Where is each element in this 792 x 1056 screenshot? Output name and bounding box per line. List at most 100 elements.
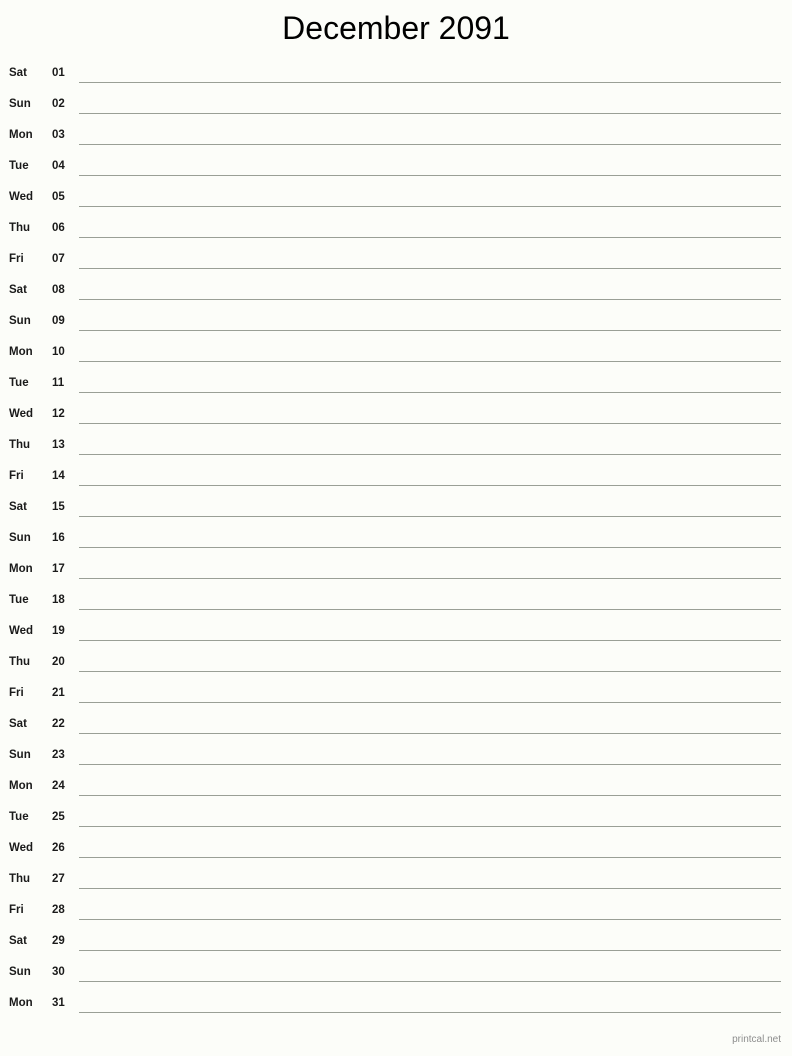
day-weekday-label: Mon (9, 997, 33, 1009)
day-row: Tue 25 (0, 804, 792, 835)
day-row: Tue 11 (0, 370, 792, 401)
day-writing-line[interactable] (79, 330, 781, 331)
day-number-label: 30 (52, 966, 65, 978)
day-number-label: 14 (52, 470, 65, 482)
day-row: Wed 26 (0, 835, 792, 866)
footer-credit: printcal.net (732, 1034, 781, 1045)
page-title: December 2091 (282, 10, 510, 46)
day-row: Sun 02 (0, 91, 792, 122)
day-row: Sun 23 (0, 742, 792, 773)
day-weekday-label: Sat (9, 935, 27, 947)
day-writing-line[interactable] (79, 919, 781, 920)
day-writing-line[interactable] (79, 609, 781, 610)
day-writing-line[interactable] (79, 113, 781, 114)
day-writing-line[interactable] (79, 361, 781, 362)
day-writing-line[interactable] (79, 981, 781, 982)
day-number-label: 19 (52, 625, 65, 637)
day-number-label: 23 (52, 749, 65, 761)
day-row: Fri 21 (0, 680, 792, 711)
day-weekday-label: Mon (9, 780, 33, 792)
day-writing-line[interactable] (79, 299, 781, 300)
day-weekday-label: Wed (9, 408, 34, 420)
day-weekday-label: Tue (9, 377, 29, 389)
day-weekday-label: Mon (9, 563, 33, 575)
day-row: Sat 15 (0, 494, 792, 525)
day-weekday-label: Wed (9, 191, 34, 203)
day-writing-line[interactable] (79, 1012, 781, 1013)
day-writing-line[interactable] (79, 950, 781, 951)
day-writing-line[interactable] (79, 857, 781, 858)
day-number-label: 04 (52, 160, 65, 172)
day-weekday-label: Sat (9, 67, 27, 79)
day-row: Tue 04 (0, 153, 792, 184)
day-writing-line[interactable] (79, 268, 781, 269)
day-writing-line[interactable] (79, 82, 781, 83)
day-number-label: 15 (52, 501, 65, 513)
day-writing-line[interactable] (79, 764, 781, 765)
day-weekday-label: Mon (9, 129, 33, 141)
day-writing-line[interactable] (79, 702, 781, 703)
day-row: Mon 17 (0, 556, 792, 587)
day-row: Sun 16 (0, 525, 792, 556)
day-row: Sat 08 (0, 277, 792, 308)
day-weekday-label: Thu (9, 222, 31, 234)
day-weekday-label: Fri (9, 253, 24, 265)
day-weekday-label: Thu (9, 439, 31, 451)
day-weekday-label: Sun (9, 966, 31, 978)
day-weekday-label: Thu (9, 873, 31, 885)
day-number-label: 01 (52, 67, 65, 79)
day-weekday-label: Thu (9, 656, 31, 668)
day-weekday-label: Fri (9, 470, 24, 482)
day-writing-line[interactable] (79, 671, 781, 672)
day-weekday-label: Wed (9, 625, 34, 637)
day-weekday-label: Fri (9, 904, 24, 916)
day-weekday-label: Sun (9, 315, 31, 327)
day-writing-line[interactable] (79, 423, 781, 424)
day-number-label: 22 (52, 718, 65, 730)
day-number-label: 06 (52, 222, 65, 234)
day-weekday-label: Sun (9, 749, 31, 761)
day-row: Sat 22 (0, 711, 792, 742)
day-writing-line[interactable] (79, 640, 781, 641)
day-writing-line[interactable] (79, 547, 781, 548)
day-row: Sat 01 (0, 60, 792, 91)
day-row: Wed 12 (0, 401, 792, 432)
day-row: Fri 07 (0, 246, 792, 277)
day-row: Sun 30 (0, 959, 792, 990)
day-row: Fri 14 (0, 463, 792, 494)
day-writing-line[interactable] (79, 826, 781, 827)
day-number-label: 12 (52, 408, 65, 420)
day-weekday-label: Sat (9, 284, 27, 296)
day-writing-line[interactable] (79, 237, 781, 238)
day-number-label: 07 (52, 253, 65, 265)
day-writing-line[interactable] (79, 516, 781, 517)
day-weekday-label: Wed (9, 842, 34, 854)
day-row: Thu 13 (0, 432, 792, 463)
day-writing-line[interactable] (79, 733, 781, 734)
day-number-label: 28 (52, 904, 65, 916)
day-writing-line[interactable] (79, 485, 781, 486)
day-number-label: 10 (52, 346, 65, 358)
day-writing-line[interactable] (79, 578, 781, 579)
day-number-label: 09 (52, 315, 65, 327)
day-weekday-label: Sun (9, 532, 31, 544)
day-writing-line[interactable] (79, 795, 781, 796)
day-writing-line[interactable] (79, 144, 781, 145)
day-number-label: 02 (52, 98, 65, 110)
day-number-label: 24 (52, 780, 65, 792)
day-row: Mon 24 (0, 773, 792, 804)
day-number-label: 13 (52, 439, 65, 451)
day-row: Thu 27 (0, 866, 792, 897)
day-writing-line[interactable] (79, 392, 781, 393)
day-writing-line[interactable] (79, 888, 781, 889)
day-writing-line[interactable] (79, 454, 781, 455)
day-number-label: 05 (52, 191, 65, 203)
day-number-label: 17 (52, 563, 65, 575)
day-writing-line[interactable] (79, 175, 781, 176)
day-number-label: 27 (52, 873, 65, 885)
day-row: Thu 06 (0, 215, 792, 246)
day-writing-line[interactable] (79, 206, 781, 207)
day-number-label: 21 (52, 687, 65, 699)
day-row: Thu 20 (0, 649, 792, 680)
day-weekday-label: Fri (9, 687, 24, 699)
